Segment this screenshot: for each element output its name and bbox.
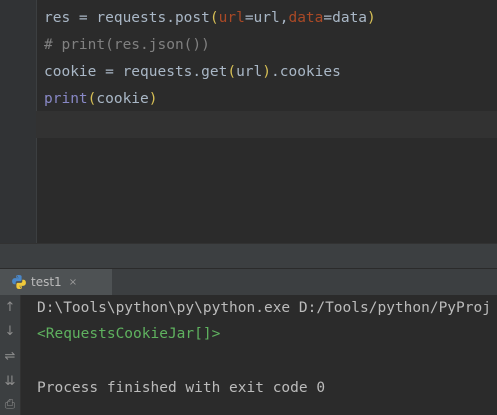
code-token: requests.post	[87, 10, 210, 26]
code-line: print(cookie)	[44, 86, 158, 113]
ide-window: res = requests.post(url=url,data=data) # …	[0, 0, 497, 415]
code-token: res	[44, 10, 79, 26]
code-token: )	[148, 91, 158, 107]
code-token: .cookies	[271, 64, 341, 80]
run-tool-window-header: test1 ×	[0, 268, 497, 296]
scroll-to-end-icon[interactable]: ⇊	[0, 370, 20, 392]
code-token: # print(res.json())	[44, 37, 210, 53]
code-token: requests.get	[113, 64, 228, 80]
run-tab-label: test1	[31, 275, 62, 289]
code-line: cookie = requests.get(url).cookies	[44, 59, 341, 86]
python-icon	[11, 274, 27, 290]
run-console[interactable]: ↑ ↓ ⇌ ⇊ ⎙ D:\Tools\python\py\python.exe D:/T…	[0, 295, 497, 415]
code-editor[interactable]: res = requests.post(url=url,data=data) # …	[0, 0, 497, 243]
code-token: print	[44, 91, 88, 107]
code-token: =	[105, 64, 114, 80]
close-icon[interactable]: ×	[69, 277, 77, 288]
soft-wrap-icon[interactable]: ⇌	[0, 345, 20, 367]
code-token: )	[262, 64, 272, 80]
code-token: url	[236, 64, 263, 80]
code-token: url	[218, 10, 245, 26]
code-token: )	[367, 10, 376, 26]
panel-splitter[interactable]	[0, 243, 497, 269]
code-token: =url,	[244, 10, 289, 26]
code-token: cookie	[44, 64, 106, 80]
console-line: <RequestsCookieJar[]>	[37, 326, 221, 342]
run-tab-test1[interactable]: test1 ×	[0, 269, 112, 295]
code-line: # print(res.json())	[44, 32, 210, 59]
code-token: cookie	[96, 91, 149, 107]
run-toolbar: ↑ ↓ ⇌ ⇊ ⎙	[0, 295, 21, 415]
print-icon[interactable]: ⎙	[0, 393, 20, 415]
console-line: D:\Tools\python\py\python.exe D:/Tools/p…	[37, 300, 491, 316]
up-arrow-icon[interactable]: ↑	[0, 296, 20, 318]
code-token: data	[288, 10, 324, 26]
code-line: res = requests.post(url=url,data=data)	[44, 5, 376, 32]
code-token: (	[227, 64, 237, 80]
console-line: Process finished with exit code 0	[37, 380, 326, 396]
down-arrow-icon[interactable]: ↓	[0, 320, 20, 342]
code-token: (	[209, 10, 219, 26]
code-token: =	[78, 10, 88, 26]
code-token: =data	[323, 10, 368, 26]
current-line-highlight	[0, 111, 497, 138]
